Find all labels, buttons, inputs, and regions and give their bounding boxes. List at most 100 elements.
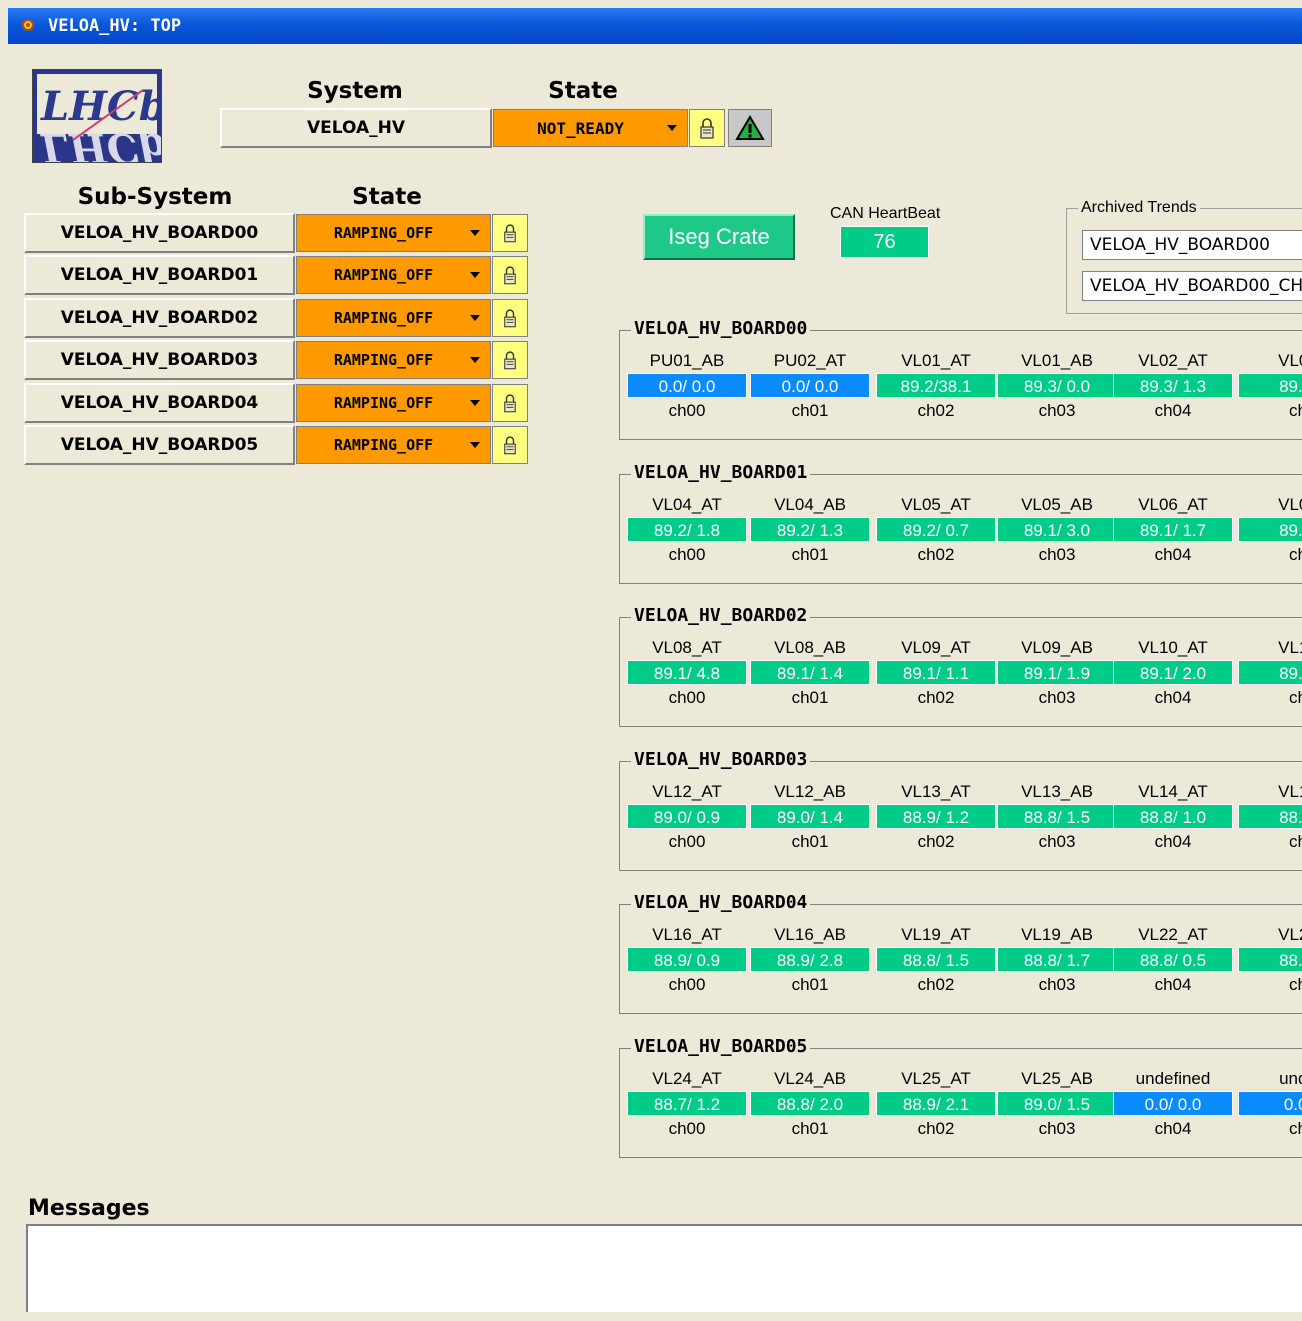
subsystem-name[interactable]: VELOA_HV_BOARD01 [24, 255, 295, 296]
channel-value[interactable]: 88.9/ 0.9 [627, 947, 747, 973]
subsystem-state-dropdown[interactable]: RAMPING_OFF [296, 383, 491, 422]
channel-value[interactable]: 88.9/ 1.2 [876, 803, 996, 829]
channel-value[interactable]: 89.1/ 1.1 [876, 660, 996, 686]
subsystem-name[interactable]: VELOA_HV_BOARD03 [24, 340, 295, 381]
channel-label: VL04_AB [774, 494, 846, 514]
subsystem-state-dropdown[interactable]: RAMPING_OFF [296, 256, 491, 295]
subsystem-name[interactable]: VELOA_HV_BOARD00 [24, 213, 295, 253]
channel-label: VL13_AB [1021, 781, 1093, 801]
channel-value[interactable]: 89.0/ 1.5 [997, 1091, 1117, 1116]
board-panel: VELOA_HV_BOARD04 VL16_AT 88.9/ 0.9 ch00 VL16… [619, 892, 1302, 1015]
channel-value[interactable]: 89.2/ 1.3 [750, 516, 870, 542]
board-title: VELOA_HV_BOARD02 [631, 605, 811, 627]
channel-value[interactable]: 88.8/ 1.5 [997, 803, 1117, 829]
channel-cell: VL12_AB 89.0/ 1.4 ch01 [750, 780, 870, 855]
channel-cell: VL10_AT 89.1/ 2.0 ch04 [1113, 636, 1233, 711]
channel-cell: VL13_AB 88.8/ 1.5 ch03 [997, 780, 1117, 855]
channel-value[interactable]: 88.7/ 1.2 [627, 1091, 747, 1116]
channel-number: ch00 [668, 544, 706, 564]
chevron-down-icon [470, 230, 480, 236]
lock-icon[interactable] [492, 426, 528, 464]
channel-number: ch00 [668, 688, 706, 708]
channel-value[interactable]: 89.1/ 1.4 [750, 660, 870, 686]
can-heartbeat-label: CAN HeartBeat [830, 205, 941, 222]
channel-number: ch02 [917, 831, 955, 851]
channel-value[interactable]: 88.8/ 1.0 [1113, 803, 1233, 829]
channel-cell: VL25_AB 89.0/ 1.5 ch03 [997, 1067, 1117, 1142]
messages-box[interactable] [26, 1224, 1302, 1312]
can-heartbeat-value: 76 [840, 226, 929, 258]
subsystem-state-dropdown[interactable]: RAMPING_OFF [296, 214, 491, 252]
channel-number: ch03 [1038, 831, 1076, 851]
channel-value[interactable]: 88.9/ 2.1 [876, 1091, 996, 1116]
board-panel: VELOA_HV_BOARD01 VL04_AT 89.2/ 1.8 ch00 VL04… [619, 461, 1302, 584]
channel-label: VL24_AB [774, 1069, 846, 1088]
channel-label: VL10 [1278, 638, 1302, 658]
lock-icon[interactable] [492, 341, 528, 380]
channel-value[interactable]: 89.1/ 1.7 [1113, 516, 1233, 542]
subsystem-name[interactable]: VELOA_HV_BOARD05 [24, 425, 295, 465]
channel-label: VL14 [1278, 781, 1302, 801]
channel-number: ch01 [791, 1119, 829, 1138]
channel-value[interactable]: 88.8/ [1238, 947, 1302, 973]
subsystem-state-dropdown[interactable]: RAMPING_OFF [296, 426, 491, 464]
channel-value[interactable]: 88.8/ 2.0 [750, 1091, 870, 1116]
iseg-crate-button[interactable]: Iseg Crate [643, 214, 795, 260]
trend-item-channel[interactable]: VELOA_HV_BOARD00_CH0 [1082, 271, 1302, 301]
channel-value[interactable]: 89.3/ [1238, 373, 1302, 398]
subsystem-state-dropdown[interactable]: RAMPING_OFF [296, 341, 491, 380]
channel-number: ch [1289, 544, 1302, 564]
channel-value[interactable]: 88.8/ 1.7 [997, 947, 1117, 973]
subsystem-name[interactable]: VELOA_HV_BOARD02 [24, 297, 295, 338]
board-panel: VELOA_HV_BOARD05 VL24_AT 88.7/ 1.2 ch00 VL24… [619, 1036, 1302, 1158]
channel-value[interactable]: 88.9/ 2.8 [750, 947, 870, 973]
channel-value[interactable]: 89.0/ [1238, 660, 1302, 686]
channel-value[interactable]: 0.0/ 0.0 [627, 373, 747, 398]
channel-number: ch00 [668, 975, 706, 995]
channel-value[interactable]: 89.1/ 4.8 [627, 660, 747, 686]
system-state-dropdown[interactable]: NOT_READY [493, 109, 688, 147]
lock-icon[interactable] [492, 383, 528, 422]
chevron-down-icon [470, 314, 480, 321]
channel-label: undefined [1135, 1069, 1211, 1088]
archived-trends-title: Archived Trends [1078, 199, 1200, 217]
channel-value[interactable]: 89.0/ 1.4 [750, 803, 870, 829]
channel-value[interactable]: 89.2/ 1.8 [627, 516, 747, 542]
channel-value[interactable]: 89.0/ 0.9 [627, 803, 747, 829]
channel-cell: VL1089.0/ch [1238, 636, 1302, 711]
lock-icon[interactable] [492, 214, 528, 252]
subsystem-state-value: RAMPING_OFF [333, 266, 434, 285]
channel-value[interactable]: 89.1/ 3.0 [997, 516, 1117, 542]
channel-value[interactable]: 89.2/ 0.7 [876, 516, 996, 542]
channel-value[interactable]: 88.8/ 1.5 [876, 947, 996, 973]
subsystem-name[interactable]: VELOA_HV_BOARD04 [24, 382, 295, 423]
lock-icon[interactable] [492, 256, 528, 295]
channel-label: PU01_AB [649, 351, 725, 370]
channel-label: VL08_AB [774, 638, 846, 658]
system-name[interactable]: VELOA_HV [220, 108, 492, 148]
channel-value[interactable]: 89.1/ [1238, 516, 1302, 542]
channel-label: VL25_AT [901, 1069, 971, 1088]
channel-value[interactable]: 88.8/ 0.5 [1113, 947, 1233, 973]
warning-icon[interactable] [728, 109, 772, 147]
subsystem-state-dropdown[interactable]: RAMPING_OFF [296, 298, 491, 337]
channel-number: ch02 [917, 1119, 955, 1138]
channel-value[interactable]: 89.3/ 1.3 [1113, 373, 1233, 398]
channel-value[interactable]: 89.2/38.1 [876, 373, 996, 398]
channel-label: VL01_AT [901, 351, 971, 370]
channel-number: ch04 [1154, 975, 1192, 995]
trend-item-board[interactable]: VELOA_HV_BOARD00 [1082, 230, 1302, 260]
channel-value[interactable]: 89.1/ 1.9 [997, 660, 1117, 686]
channel-value[interactable]: 0.0/ 0.0 [1113, 1091, 1233, 1116]
lock-icon[interactable] [492, 298, 528, 337]
channel-value[interactable]: 89.1/ 2.0 [1113, 660, 1233, 686]
lock-icon[interactable] [689, 109, 725, 147]
channel-value[interactable]: 89.3/ 0.0 [997, 373, 1117, 398]
channel-value[interactable]: 0.0/ 0.0 [750, 373, 870, 398]
channel-value[interactable]: 0.0/ [1238, 1091, 1302, 1116]
board-title: VELOA_HV_BOARD00 [631, 318, 811, 339]
channel-label: VL10_AT [1138, 638, 1208, 658]
channel-value[interactable]: 88.9/ [1238, 803, 1302, 829]
channel-cell: VL14_AT 88.8/ 1.0 ch04 [1113, 780, 1233, 855]
channel-number: ch04 [1154, 688, 1192, 708]
